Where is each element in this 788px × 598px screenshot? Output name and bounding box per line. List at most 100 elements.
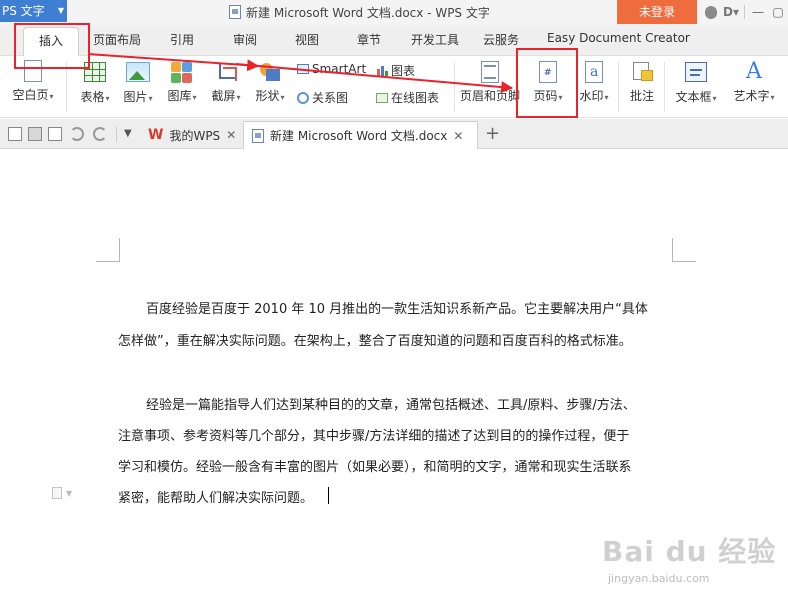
tab-label: 章节 <box>357 33 382 47</box>
online-chart-icon <box>376 92 388 103</box>
paragraph-line[interactable]: 紧密，能帮助人们解决实际问题。 <box>118 487 313 506</box>
shield-icon[interactable] <box>704 5 718 19</box>
new-tab-plus-icon[interactable]: + <box>485 123 500 144</box>
tab-label: 引用 <box>170 33 195 47</box>
shape-icon <box>258 61 282 83</box>
tab-page-layout[interactable]: 页面布局 <box>93 31 141 48</box>
gallery-button[interactable]: 图库▾ <box>162 60 202 105</box>
paragraph-line[interactable]: 注意事项、参考资料等几个部分，其中步骤/方法详细的描述了达到目的的操作过程，便于 <box>118 425 629 444</box>
doc-icon <box>229 5 241 19</box>
title-bar: PS 文字 ▼ 新建 Microsoft Word 文档.docx - WPS … <box>0 0 788 25</box>
tab-label: Easy Document Creator <box>547 31 690 45</box>
crop-icon <box>215 61 237 83</box>
watermark-label: 水印 <box>579 89 604 103</box>
tab-label: 云服务 <box>483 33 520 47</box>
divider <box>744 5 745 19</box>
annotation-box-insert-tab <box>14 23 90 69</box>
watermark-url: jingyan.baidu.com <box>608 572 710 585</box>
art-text-button[interactable]: A 艺术字▾ <box>726 60 782 105</box>
watermark-button[interactable]: 水印▾ <box>574 60 614 105</box>
header-footer-icon <box>481 61 499 83</box>
divider <box>116 126 117 142</box>
tab-references[interactable]: 引用 <box>170 31 194 48</box>
doc-tab-label: 新建 Microsoft Word 文档.docx <box>270 129 448 143</box>
tab-label: 审阅 <box>233 33 258 47</box>
tab-section[interactable]: 章节 <box>357 31 381 48</box>
chart-label: 图表 <box>391 64 416 78</box>
paragraph-handle[interactable]: ▼ <box>52 486 80 500</box>
gallery-icon <box>170 61 194 83</box>
comment-label: 批注 <box>629 89 654 103</box>
doc-tab-label: 我的WPS <box>169 128 221 143</box>
window-title: 新建 Microsoft Word 文档.docx - WPS 文字 <box>229 3 490 21</box>
divider <box>66 62 67 112</box>
paragraph-line[interactable]: 经验是一篇能指导人们达到某种目的的文章，通常包括概述、工具/原料、步骤/方法、 <box>146 394 636 413</box>
paragraph-line[interactable]: 怎样做”，重在解决实际问题。在架构上，整合了百度知道的问题和百度百科的格式标准。 <box>118 330 632 349</box>
comment-button[interactable]: 批注 <box>624 60 660 103</box>
header-footer-label: 页眉和页脚 <box>459 89 520 103</box>
screenshot-label: 截屏 <box>211 89 236 103</box>
print-icon[interactable] <box>28 127 42 141</box>
textbox-button[interactable]: 文本框▾ <box>670 60 722 106</box>
tab-cloud-services[interactable]: 云服务 <box>483 31 519 48</box>
header-footer-button[interactable]: 页眉和页脚 <box>458 60 522 103</box>
doc-tab-active-document[interactable]: 新建 Microsoft Word 文档.docx ✕ <box>243 121 478 149</box>
comment-icon <box>632 61 653 83</box>
skin-dropdown-icon[interactable]: D▾ <box>723 5 739 19</box>
art-text-icon: A <box>746 59 762 84</box>
tab-view[interactable]: 视图 <box>295 31 319 48</box>
customize-dropdown-icon[interactable]: ▼ <box>124 127 138 141</box>
smartart-label: SmartArt <box>312 62 367 76</box>
paragraph-icon <box>52 487 62 499</box>
wps-logo-icon: W <box>148 127 164 143</box>
textbox-icon <box>685 62 707 82</box>
tab-easy-document-creator[interactable]: Easy Document Creator <box>547 31 690 45</box>
tab-developer[interactable]: 开发工具 <box>411 31 459 48</box>
window-title-text: 新建 Microsoft Word 文档.docx - WPS 文字 <box>246 5 490 20</box>
print-preview-icon[interactable] <box>48 127 62 141</box>
minimize-icon[interactable]: — <box>751 5 765 19</box>
tab-label: 开发工具 <box>411 33 460 47</box>
redo-icon[interactable] <box>93 127 107 141</box>
new-doc-icon[interactable] <box>8 127 22 141</box>
relation-chart-button[interactable]: 关系图 <box>297 89 348 106</box>
undo-icon[interactable] <box>70 127 84 141</box>
chevron-down-icon: ▼ <box>57 6 64 15</box>
smartart-icon <box>297 64 309 74</box>
watermark-brand: Bai du 经验 <box>602 535 777 568</box>
ribbon-insert-panel: 空白页▾ 表格▾ 图片▾ 图库▾ 截屏▾ 形状▾ SmartArt 关系图 图表… <box>0 56 788 118</box>
gallery-label: 图库 <box>167 89 192 103</box>
online-chart-button[interactable]: 在线图表 <box>376 89 439 106</box>
margin-corner-mark <box>672 238 696 262</box>
chart-button[interactable]: 图表 <box>376 62 415 79</box>
maximize-icon[interactable]: ▢ <box>771 5 785 19</box>
paragraph-line[interactable]: 学习和模仿。经验一般含有丰富的图片（如果必要），和简明的文字，通常和现实生活联系 <box>118 456 632 475</box>
login-button[interactable]: 未登录 <box>617 0 697 24</box>
paragraph-line[interactable]: 百度经验是百度于 2010 年 10 月推出的一款生活知识系新产品。它主要解决用… <box>146 298 648 317</box>
margin-corner-mark <box>96 238 120 262</box>
close-icon[interactable]: ✕ <box>226 128 236 142</box>
divider <box>618 62 619 112</box>
close-icon[interactable]: ✕ <box>453 129 463 143</box>
chart-icon <box>376 65 388 76</box>
annotation-box-page-number <box>516 48 578 118</box>
window-controls: D▾ — ▢ <box>700 0 788 24</box>
relation-chart-icon <box>297 91 309 104</box>
doc-tab-my-wps[interactable]: W 我的WPS ✕ <box>140 121 244 149</box>
tab-review[interactable]: 审阅 <box>233 31 257 48</box>
watermark-icon <box>585 61 603 83</box>
text-cursor <box>328 487 329 504</box>
app-menu-label: PS 文字 <box>2 4 45 18</box>
shape-label: 形状 <box>255 89 280 103</box>
blank-page-label: 空白页 <box>12 88 49 102</box>
divider <box>454 62 455 112</box>
tab-label: 页面布局 <box>93 33 142 47</box>
relation-chart-label: 关系图 <box>312 91 349 105</box>
shape-button[interactable]: 形状▾ <box>250 60 290 105</box>
app-menu-button[interactable]: PS 文字 ▼ <box>0 0 67 22</box>
picture-button[interactable]: 图片▾ <box>118 60 158 106</box>
screenshot-button[interactable]: 截屏▾ <box>206 60 246 105</box>
smartart-button[interactable]: SmartArt <box>297 62 366 76</box>
tab-label: 视图 <box>295 33 320 47</box>
doc-icon <box>252 128 264 143</box>
